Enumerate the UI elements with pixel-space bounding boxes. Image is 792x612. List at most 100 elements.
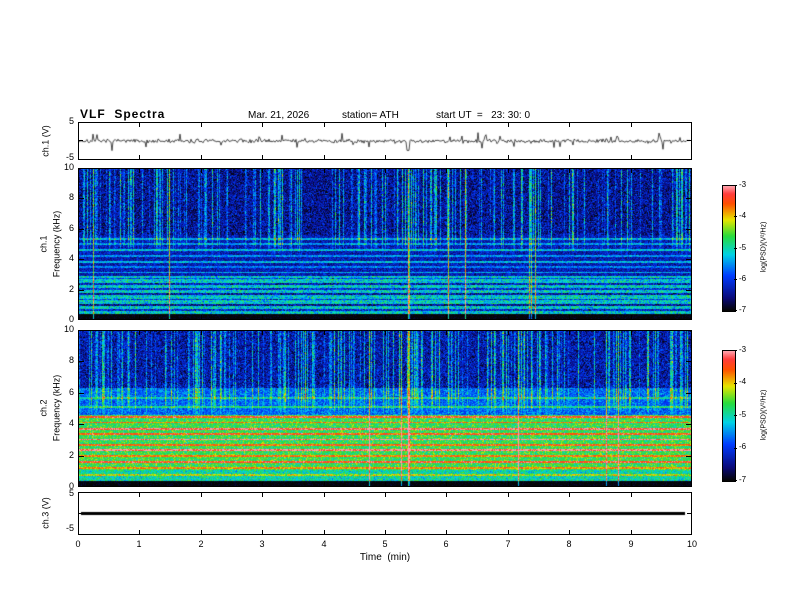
axis-tick — [79, 513, 83, 514]
axis-tick — [446, 530, 447, 534]
x-tick: 4 — [321, 539, 327, 549]
axis-tick — [687, 140, 691, 141]
cb1-tick: -4 — [739, 211, 747, 220]
axis-tick — [201, 482, 202, 486]
axis-tick — [324, 331, 325, 335]
axis-tick — [385, 155, 386, 159]
axis-tick — [686, 290, 691, 291]
x-axis-label: Time (min) — [359, 552, 411, 563]
panel-ch3-waveform — [78, 492, 692, 535]
cb2-tick: -4 — [739, 377, 747, 386]
x-tick: 7 — [505, 539, 511, 549]
axis-tick — [201, 530, 202, 534]
axis-tick — [201, 315, 202, 319]
axis-tick — [139, 482, 140, 486]
axis-tick — [262, 155, 263, 159]
ch1-spec-ytick: 0 — [68, 314, 74, 324]
axis-tick — [508, 169, 509, 173]
cb2-tick: -7 — [739, 475, 747, 484]
cb1-tick: -3 — [739, 180, 747, 189]
axis-tick — [569, 493, 570, 497]
ch1-waveform-canvas — [79, 123, 691, 159]
x-tick: 9 — [628, 539, 634, 549]
axis-tick — [446, 123, 447, 127]
axis-tick — [385, 123, 386, 127]
axis-tick — [734, 350, 737, 351]
ch2-spec-ylabel-channel: ch.2 — [38, 399, 49, 417]
x-tick: 8 — [566, 539, 572, 549]
axis-tick — [446, 331, 447, 335]
axis-tick — [508, 123, 509, 127]
ch1-spec-ytick: 8 — [68, 192, 74, 202]
axis-tick — [631, 331, 632, 335]
axis-tick — [79, 229, 84, 230]
axis-tick — [79, 456, 84, 457]
ch1-spec-ylabel-frequency: Frequency (kHz) — [51, 210, 62, 278]
axis-tick — [631, 155, 632, 159]
x-tick: 6 — [443, 539, 449, 549]
axis-tick — [139, 315, 140, 319]
axis-tick — [508, 493, 509, 497]
axis-tick — [631, 482, 632, 486]
ch2-spec-ytick: 2 — [68, 450, 74, 460]
axis-tick — [734, 448, 737, 449]
ch2-spectrogram-canvas — [79, 331, 691, 486]
plot-start-ut: start UT = 23: 30: 0 — [436, 110, 531, 121]
axis-tick — [324, 155, 325, 159]
axis-tick — [201, 123, 202, 127]
axis-tick — [686, 393, 691, 394]
axis-tick — [631, 123, 632, 127]
axis-tick — [446, 155, 447, 159]
axis-tick — [508, 315, 509, 319]
axis-tick — [324, 493, 325, 497]
axis-tick — [385, 169, 386, 173]
x-tick: 3 — [259, 539, 265, 549]
cb2-tick: -5 — [739, 410, 747, 419]
axis-tick — [385, 331, 386, 335]
axis-tick — [734, 415, 737, 416]
axis-tick — [139, 155, 140, 159]
axis-tick — [262, 482, 263, 486]
axis-tick — [734, 279, 737, 280]
axis-tick — [446, 482, 447, 486]
x-tick: 0 — [75, 539, 81, 549]
axis-tick — [734, 185, 737, 186]
axis-tick — [734, 248, 737, 249]
axis-tick — [686, 424, 691, 425]
cb1-tick: -5 — [739, 243, 747, 252]
axis-tick — [508, 482, 509, 486]
axis-tick — [385, 493, 386, 497]
axis-tick — [201, 155, 202, 159]
axis-tick — [201, 493, 202, 497]
axis-tick — [631, 315, 632, 319]
ch1-spec-ylabel-channel: ch.1 — [38, 235, 49, 253]
axis-tick — [686, 361, 691, 362]
ch3-waveform-ylabel: ch.3 (V) — [40, 497, 51, 529]
ch2-spec-ytick: 10 — [63, 324, 74, 334]
plot-date: Mar. 21, 2026 — [248, 110, 310, 121]
plot-station: station= ATH — [342, 110, 399, 121]
ch1-waveform-ylabel: ch.1 (V) — [40, 125, 51, 157]
axis-tick — [79, 198, 84, 199]
cb1-label: log(PSD)(V²/Hz) — [760, 221, 768, 273]
ch3-waveform-canvas — [79, 493, 691, 534]
axis-tick — [139, 493, 140, 497]
axis-tick — [139, 331, 140, 335]
axis-tick — [631, 169, 632, 173]
axis-tick — [79, 393, 84, 394]
axis-tick — [686, 456, 691, 457]
axis-tick — [385, 482, 386, 486]
cb1-tick: -7 — [739, 305, 747, 314]
axis-tick — [446, 169, 447, 173]
axis-tick — [734, 480, 737, 481]
plot-title: VLF Spectra — [80, 107, 166, 121]
axis-tick — [262, 331, 263, 335]
axis-tick — [734, 383, 737, 384]
axis-tick — [569, 123, 570, 127]
axis-tick — [201, 331, 202, 335]
axis-tick — [631, 530, 632, 534]
axis-tick — [201, 169, 202, 173]
axis-tick — [79, 259, 84, 260]
axis-tick — [262, 315, 263, 319]
ch2-spec-ylabel-frequency: Frequency (kHz) — [51, 374, 62, 442]
